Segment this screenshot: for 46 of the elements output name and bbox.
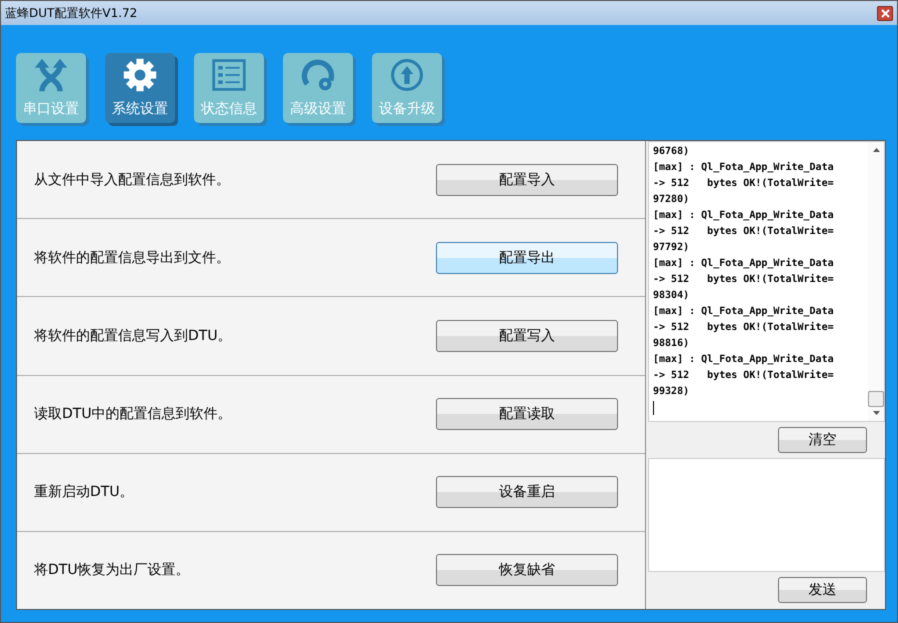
action-description: 重新启动DTU。	[34, 483, 134, 502]
action-button[interactable]: 设备重启	[436, 476, 618, 508]
action-button[interactable]: 配置导出	[436, 242, 618, 274]
log-line: -> 512 bytes OK!(TotalWrite=	[653, 224, 835, 239]
crossing-arrows-icon	[33, 57, 69, 93]
window-title: 蓝蜂DUT配置软件V1.72	[5, 4, 138, 22]
close-icon	[880, 8, 890, 18]
log-line: 99328)	[653, 385, 690, 399]
scroll-down-icon	[872, 411, 880, 415]
action-button[interactable]: 配置读取	[436, 398, 618, 430]
log-area[interactable]	[648, 141, 885, 422]
log-line: 96768)	[653, 145, 690, 159]
log-line: -> 512 bytes OK!(TotalWrite=	[653, 368, 835, 383]
scrollbar[interactable]	[868, 142, 884, 421]
action-description: 从文件中导入配置信息到软件。	[34, 170, 230, 189]
log-line: 97280)	[653, 193, 690, 207]
settings-icon	[122, 57, 158, 93]
action-description: 将软件的配置信息写入到DTU。	[34, 326, 232, 345]
log-line: -> 512 bytes OK!(TotalWrite=	[653, 272, 835, 287]
log-line: [max] : Ql_Fota_App_Write_Data	[653, 208, 835, 223]
action-description: 将软件的配置信息导出到文件。	[34, 248, 230, 267]
gear-arc-icon	[300, 57, 336, 93]
action-description: 将DTU恢复为出厂设置。	[34, 561, 190, 580]
send-button[interactable]: 发送	[778, 577, 867, 603]
log-line: 98816)	[653, 337, 690, 351]
close-button[interactable]	[877, 6, 893, 20]
log-line: [max] : Ql_Fota_App_Write_Data	[653, 352, 835, 367]
clear-button[interactable]: 清空	[778, 427, 867, 453]
upload-icon	[389, 57, 425, 93]
action-description: 读取DTU中的配置信息到软件。	[34, 405, 232, 424]
log-line: 97792)	[653, 241, 690, 255]
text-cursor	[653, 401, 654, 415]
log-line: -> 512 bytes OK!(TotalWrite=	[653, 320, 835, 335]
list-icon	[211, 57, 247, 93]
tab[interactable]: 系统设置	[105, 53, 175, 123]
action-button[interactable]: 配置导入	[436, 164, 618, 196]
log-line: [max] : Ql_Fota_App_Write_Data	[653, 256, 835, 271]
log-line: [max] : Ql_Fota_App_Write_Data	[653, 160, 835, 175]
scroll-up-icon	[872, 148, 880, 152]
send-field[interactable]	[648, 458, 885, 572]
log-line: 98304)	[653, 289, 690, 303]
log-line: -> 512 bytes OK!(TotalWrite=	[653, 176, 835, 191]
log-line: [max] : Ql_Fota_App_Write_Data	[653, 304, 835, 319]
scroll-thumb[interactable]	[868, 391, 884, 407]
action-button[interactable]: 配置写入	[436, 320, 618, 352]
action-button[interactable]: 恢复缺省	[436, 554, 618, 586]
